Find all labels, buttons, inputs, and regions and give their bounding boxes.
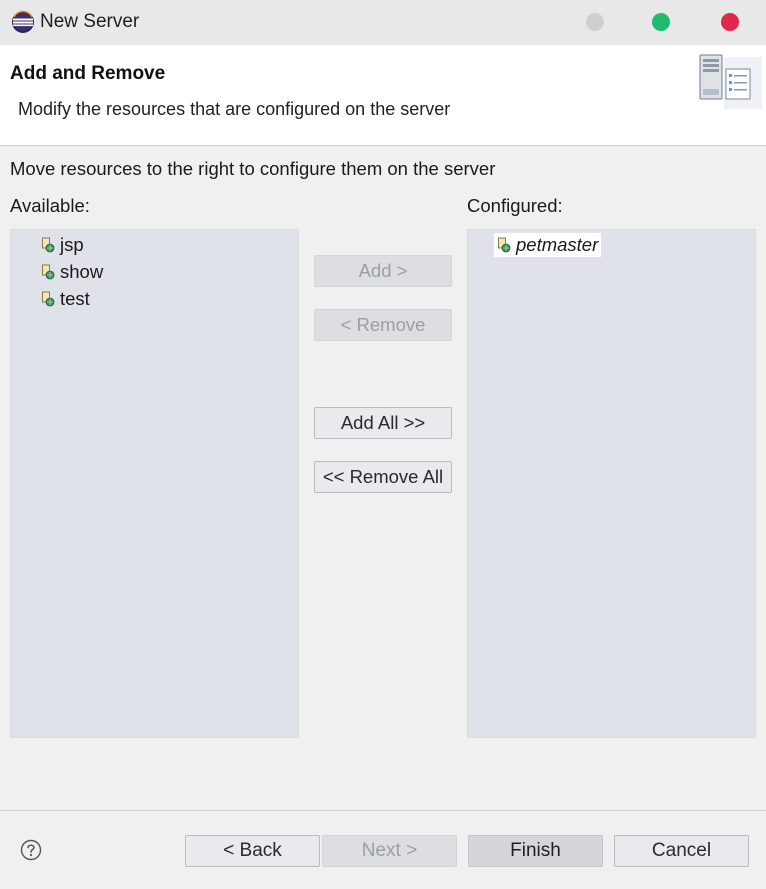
wizard-header: Add and Remove Modify the resources that… xyxy=(0,45,766,146)
cancel-button[interactable]: Cancel xyxy=(614,835,749,867)
title-bar: New Server xyxy=(0,0,766,45)
add-all-button[interactable]: Add All >> xyxy=(314,407,452,439)
minimize-button[interactable] xyxy=(586,13,604,31)
web-module-icon xyxy=(42,291,55,307)
next-button[interactable]: Next > xyxy=(322,835,457,867)
page-title: Add and Remove xyxy=(10,63,166,84)
list-item[interactable]: test xyxy=(41,287,90,311)
web-module-icon xyxy=(42,237,55,253)
configured-list[interactable]: petmaster xyxy=(467,229,756,738)
new-server-dialog: New Server Add and Remove Modify the res… xyxy=(0,0,766,889)
remove-all-button[interactable]: << Remove All xyxy=(314,461,452,493)
configured-label: Configured: xyxy=(467,195,563,216)
web-module-icon xyxy=(42,264,55,280)
eclipse-icon xyxy=(12,10,34,33)
list-item[interactable]: show xyxy=(41,260,103,284)
web-module-icon xyxy=(498,237,511,253)
available-label: Available: xyxy=(10,195,90,216)
back-button[interactable]: < Back xyxy=(185,835,320,867)
instruction-text: Move resources to the right to configure… xyxy=(10,158,496,179)
page-description: Modify the resources that are configured… xyxy=(18,99,451,119)
window-title: New Server xyxy=(40,11,140,32)
help-icon[interactable] xyxy=(20,839,42,861)
maximize-button[interactable] xyxy=(652,13,670,31)
available-list[interactable]: jsp show test xyxy=(10,229,299,738)
close-button[interactable] xyxy=(721,13,739,31)
server-wizard-icon xyxy=(699,54,762,109)
add-button[interactable]: Add > xyxy=(314,255,452,287)
list-item[interactable]: jsp xyxy=(41,233,84,257)
footer-divider xyxy=(0,810,766,811)
remove-button[interactable]: < Remove xyxy=(314,309,452,341)
list-item[interactable]: petmaster xyxy=(494,233,602,257)
finish-button[interactable]: Finish xyxy=(468,835,603,867)
